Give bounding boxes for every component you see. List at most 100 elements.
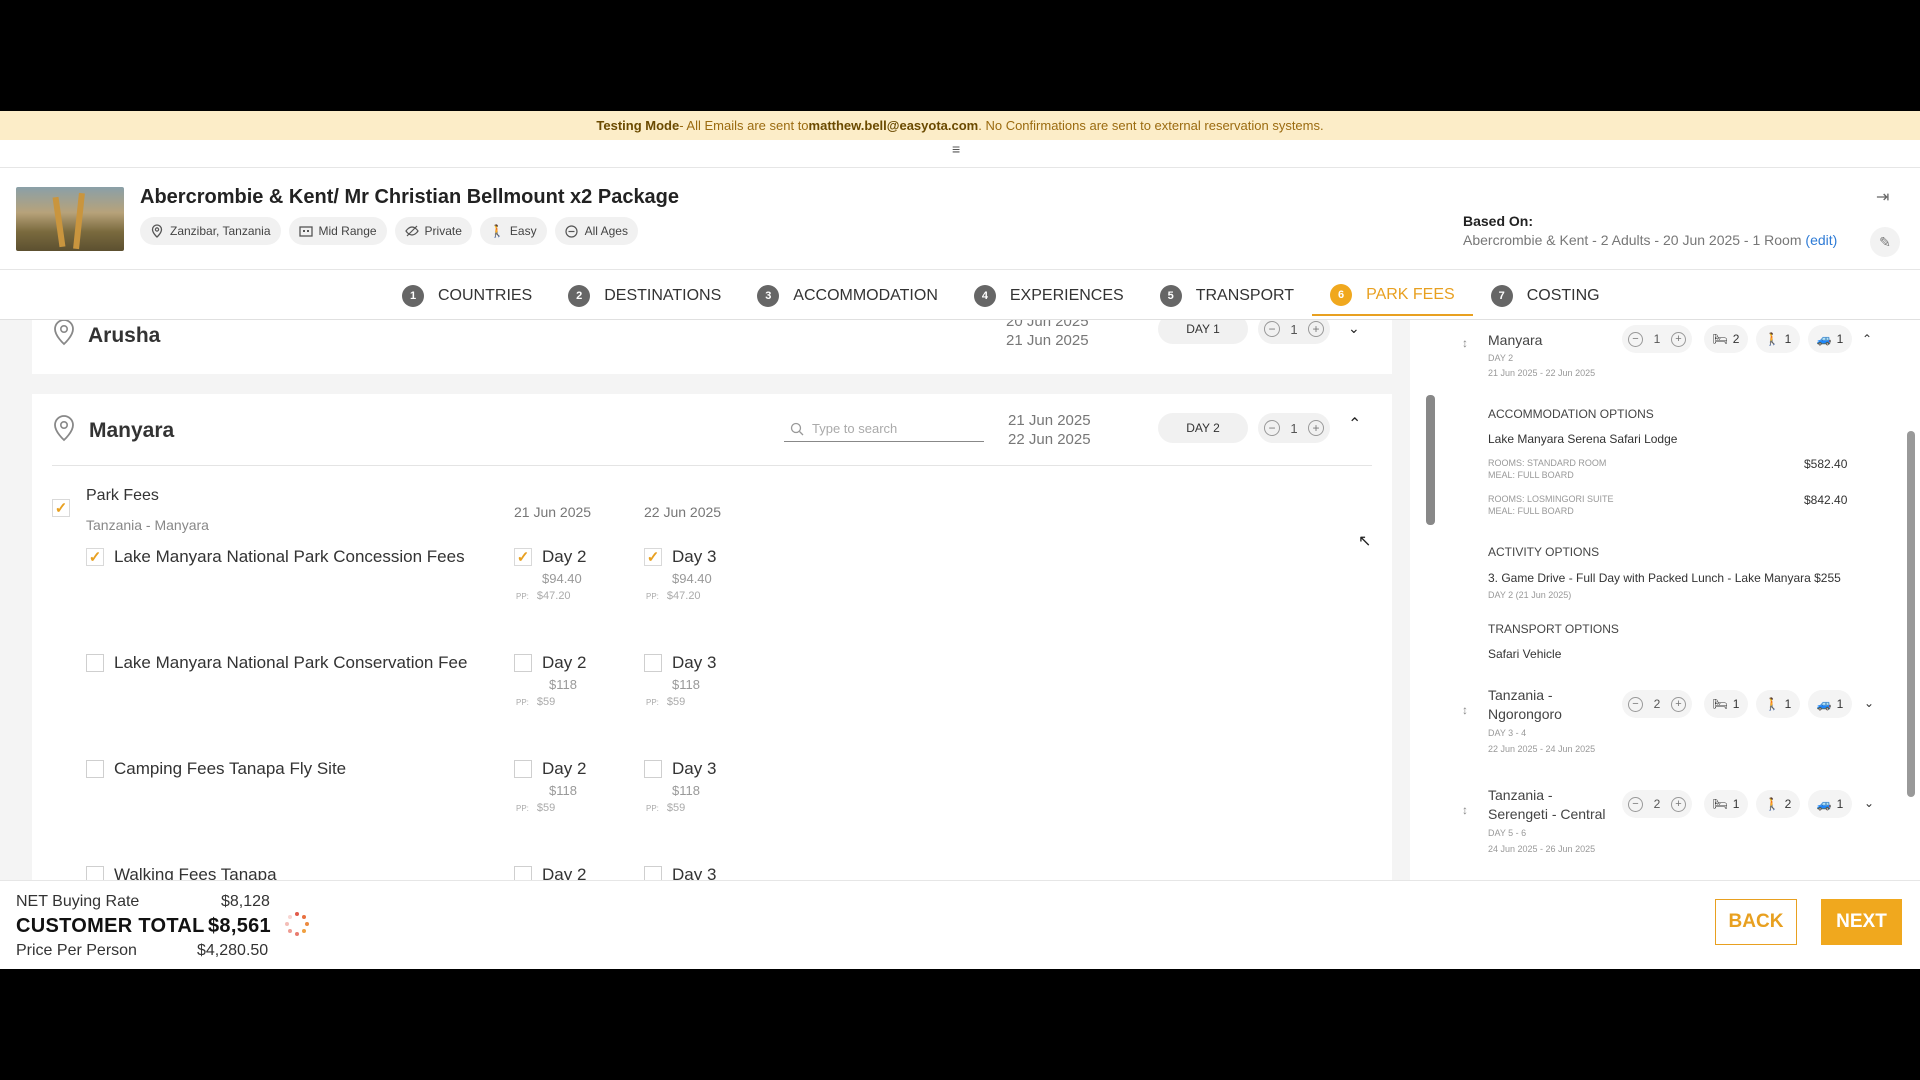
step-destinations[interactable]: 2 DESTINATIONS (550, 276, 739, 316)
day-label: Day 2 (542, 653, 587, 672)
day-checkbox[interactable] (514, 654, 532, 672)
step-number: 4 (973, 285, 996, 307)
banner-email: matthew.bell@easyota.com (808, 118, 979, 133)
main-scrollbar[interactable] (1426, 339, 1435, 879)
step-label: EXPERIENCES (1009, 287, 1124, 304)
menu-icon[interactable]: ≡ (952, 142, 966, 156)
badge-value: 1 (1784, 332, 1792, 346)
next-button[interactable]: NEXT (1821, 899, 1902, 945)
edit-pencil-icon[interactable]: ✎ (1870, 227, 1900, 257)
day-checkbox[interactable]: ✓ (644, 548, 662, 566)
badge-value: 1 (1784, 697, 1792, 711)
drag-handle-icon[interactable]: ↕ (1462, 336, 1468, 350)
badge-value: 1 (1732, 797, 1740, 811)
plus-icon[interactable]: + (1671, 696, 1686, 712)
chevron-down-icon[interactable]: ⌄ (1348, 320, 1360, 337)
bed-icon: 🛏 (1712, 697, 1728, 711)
chip-budget: Mid Range (288, 217, 387, 245)
based-on-text: Abercrombie & Kent - 2 Adults - 20 Jun 2… (1463, 232, 1802, 248)
activities-badge: 🚶 1 (1756, 690, 1800, 718)
fee-price: $118 (672, 783, 700, 798)
package-title: Abercrombie & Kent/ Mr Christian Bellmou… (140, 186, 680, 208)
sidebar-destination-name: Tanzania - Ngorongoro (1488, 686, 1562, 724)
plus-icon[interactable]: + (1671, 331, 1686, 347)
activities-badge: 🚶 2 (1756, 790, 1800, 818)
search-input[interactable]: Type to search (784, 416, 984, 442)
day-checkbox[interactable] (514, 760, 532, 778)
badge-value: 2 (1784, 797, 1792, 811)
pp-value: $47.20 (536, 590, 571, 602)
fee-name: Camping Fees Tanapa Fly Site (114, 759, 347, 778)
search-placeholder: Type to search (812, 421, 898, 436)
day-checkbox[interactable] (644, 760, 662, 778)
stepper-value: 1 (1290, 321, 1298, 337)
rooms-badge: 🛏 2 (1704, 325, 1748, 353)
customer-total-value: $8,561 (208, 915, 271, 937)
divider (0, 167, 1920, 168)
logout-icon[interactable]: ⇥ (1876, 187, 1889, 207)
minus-icon[interactable]: − (1264, 420, 1280, 436)
fee-pp: PP: $59 (516, 802, 555, 814)
chip-label: All Ages (584, 224, 628, 238)
location-pin-icon (150, 224, 164, 238)
minus-icon[interactable]: − (1628, 331, 1643, 347)
plus-icon[interactable]: + (1307, 420, 1324, 436)
fee-name: Lake Manyara National Park Concession Fe… (114, 547, 465, 566)
pp-value: $59 (666, 696, 686, 708)
wizard-steps: 1 COUNTRIES 2 DESTINATIONS 3 ACCOMMODATION … (384, 276, 1618, 316)
day-checkbox[interactable] (644, 866, 662, 880)
step-accommodation[interactable]: 3 ACCOMMODATION (739, 276, 956, 316)
chevron-up-icon[interactable]: ⌃ (1862, 332, 1872, 346)
minus-icon[interactable]: − (1264, 321, 1280, 337)
badge-value: 1 (1732, 697, 1740, 711)
destination-name: Arusha (88, 324, 161, 347)
step-experiences[interactable]: 4 EXPERIENCES (956, 276, 1142, 316)
plus-icon[interactable]: + (1307, 321, 1324, 337)
day-checkbox[interactable]: ✓ (514, 548, 532, 566)
chevron-down-icon[interactable]: ⌄ (1864, 696, 1874, 710)
fee-price: $94.40 (672, 571, 712, 586)
badge-value: 1 (1836, 332, 1844, 346)
step-park-fees[interactable]: 6 PARK FEES (1312, 276, 1473, 316)
meal-plan: MEAL: FULL BOARD (1488, 470, 1574, 480)
sidebar-scrollbar[interactable] (1907, 431, 1915, 797)
chip-label: Zanzibar, Tanzania (170, 224, 271, 238)
plus-icon[interactable]: + (1671, 796, 1686, 812)
step-label: ACCOMMODATION (793, 287, 938, 304)
day-checkbox[interactable] (644, 654, 662, 672)
park-fees-group-checkbox[interactable]: ✓ (52, 499, 70, 517)
drag-handle-icon[interactable]: ↕ (1462, 803, 1468, 817)
step-label: PARK FEES (1366, 286, 1455, 303)
walking-icon: 🚶 (489, 224, 505, 238)
fee-checkbox[interactable] (86, 654, 104, 672)
step-costing[interactable]: 7 COSTING (1473, 276, 1618, 316)
fee-checkbox[interactable]: ✓ (86, 548, 104, 566)
step-label: COSTING (1526, 287, 1600, 304)
based-on-edit-link[interactable]: (edit) (1805, 232, 1837, 248)
back-button[interactable]: BACK (1715, 899, 1797, 945)
chevron-down-icon[interactable]: ⌄ (1864, 796, 1874, 810)
sidebar-day: DAY 5 - 6 (1488, 828, 1527, 838)
step-number: 5 (1159, 285, 1182, 307)
sidebar-destination-name: Tanzania - Serengeti - Central (1488, 786, 1606, 824)
based-on-value: Abercrombie & Kent - 2 Adults - 20 Jun 2… (1463, 232, 1837, 248)
step-transport[interactable]: 5 TRANSPORT (1142, 276, 1312, 316)
step-countries[interactable]: 1 COUNTRIES (384, 276, 550, 316)
minus-icon[interactable]: − (1628, 796, 1643, 812)
sidebar-dates: 21 Jun 2025 - 22 Jun 2025 (1488, 368, 1596, 378)
loading-spinner-icon (285, 912, 309, 936)
fee-checkbox[interactable] (86, 866, 104, 880)
drag-handle-icon[interactable]: ↕ (1462, 703, 1468, 717)
chevron-up-icon[interactable]: ⌃ (1348, 414, 1361, 434)
badge-value: 1 (1836, 797, 1844, 811)
name-line-1: Tanzania - (1488, 687, 1553, 703)
minus-icon[interactable]: − (1628, 696, 1643, 712)
mouse-cursor-icon: ↖ (1358, 533, 1372, 550)
step-number: 2 (568, 285, 591, 307)
day-checkbox[interactable] (514, 866, 532, 880)
fee-checkbox[interactable] (86, 760, 104, 778)
sidebar-day: DAY 2 (1488, 353, 1514, 363)
pp-label: PP: (516, 804, 529, 813)
scrollbar-thumb[interactable] (1426, 395, 1435, 525)
chip-location: Zanzibar, Tanzania (140, 217, 281, 245)
